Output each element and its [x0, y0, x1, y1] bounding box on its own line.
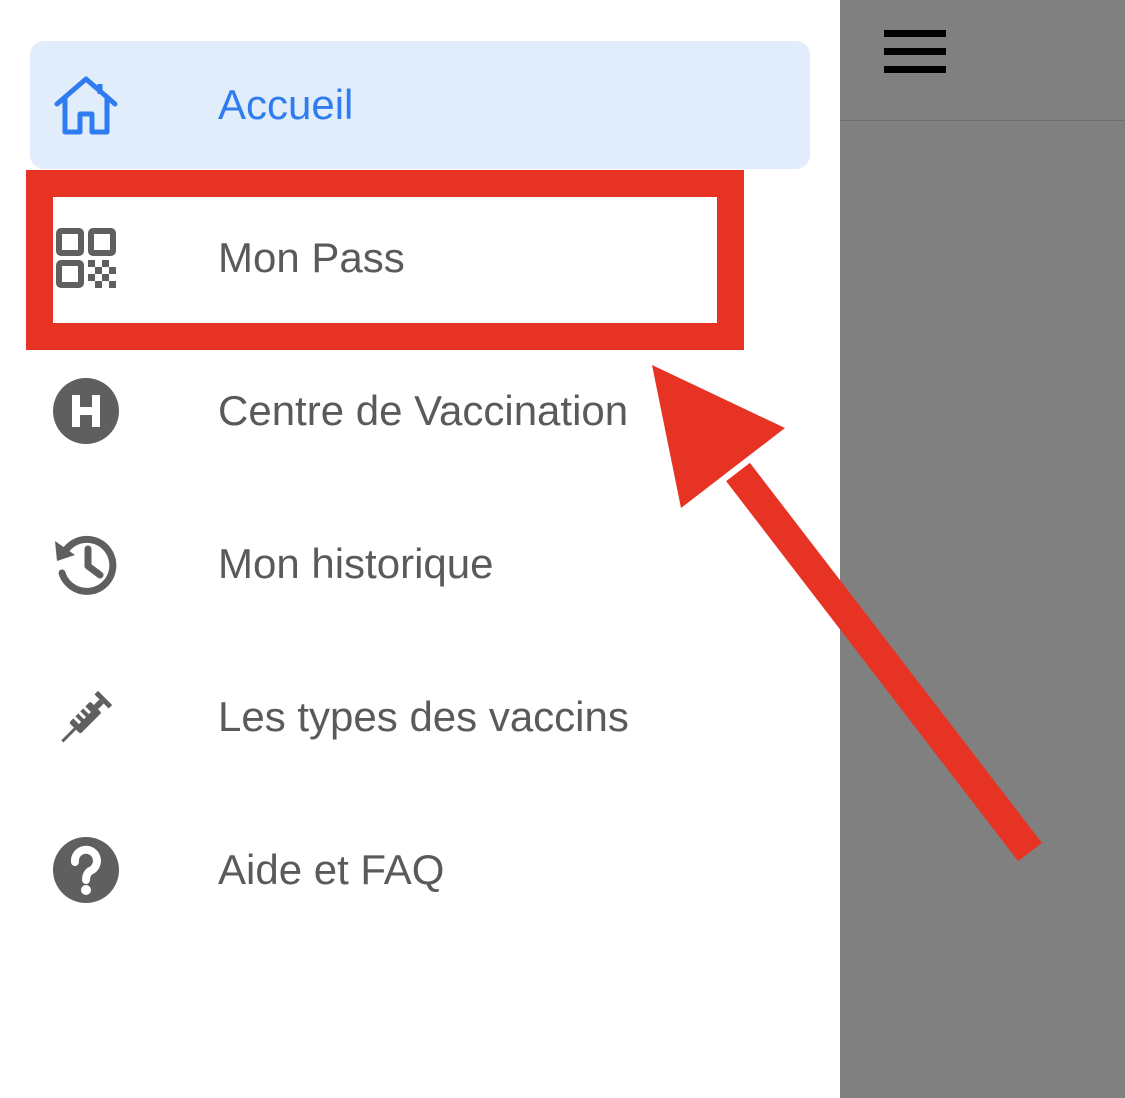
- help-icon: [52, 837, 120, 903]
- hospital-icon: [52, 378, 120, 444]
- menu-item-centre-de-vaccination[interactable]: Centre de Vaccination: [30, 347, 810, 475]
- menu-item-label: Mon Pass: [218, 234, 405, 281]
- menu-item-accueil[interactable]: Accueil: [30, 41, 810, 169]
- menu-item-label: Accueil: [218, 81, 354, 128]
- menu-item-mon-pass[interactable]: Mon Pass: [30, 194, 810, 322]
- drawer-scrim-overlay[interactable]: [840, 0, 1125, 1098]
- navigation-drawer: Accueil Mon Pass Centre de Vaccination M…: [0, 0, 840, 1098]
- home-icon: [52, 73, 120, 137]
- qr-code-icon: [52, 226, 120, 290]
- app-header: [840, 0, 1125, 121]
- menu-item-label: Centre de Vaccination: [218, 387, 629, 434]
- menu-item-mon-historique[interactable]: Mon historique: [30, 500, 810, 628]
- menu-item-aide-et-faq[interactable]: Aide et FAQ: [30, 806, 810, 934]
- menu-item-label: Les types des vaccins: [218, 693, 629, 740]
- menu-item-label: Mon historique: [218, 540, 494, 587]
- hamburger-menu-icon[interactable]: [884, 28, 946, 78]
- menu-item-label: Aide et FAQ: [218, 846, 445, 893]
- menu-item-types-des-vaccins[interactable]: Les types des vaccins: [30, 653, 810, 781]
- syringe-icon: [52, 685, 120, 749]
- history-icon: [52, 532, 120, 596]
